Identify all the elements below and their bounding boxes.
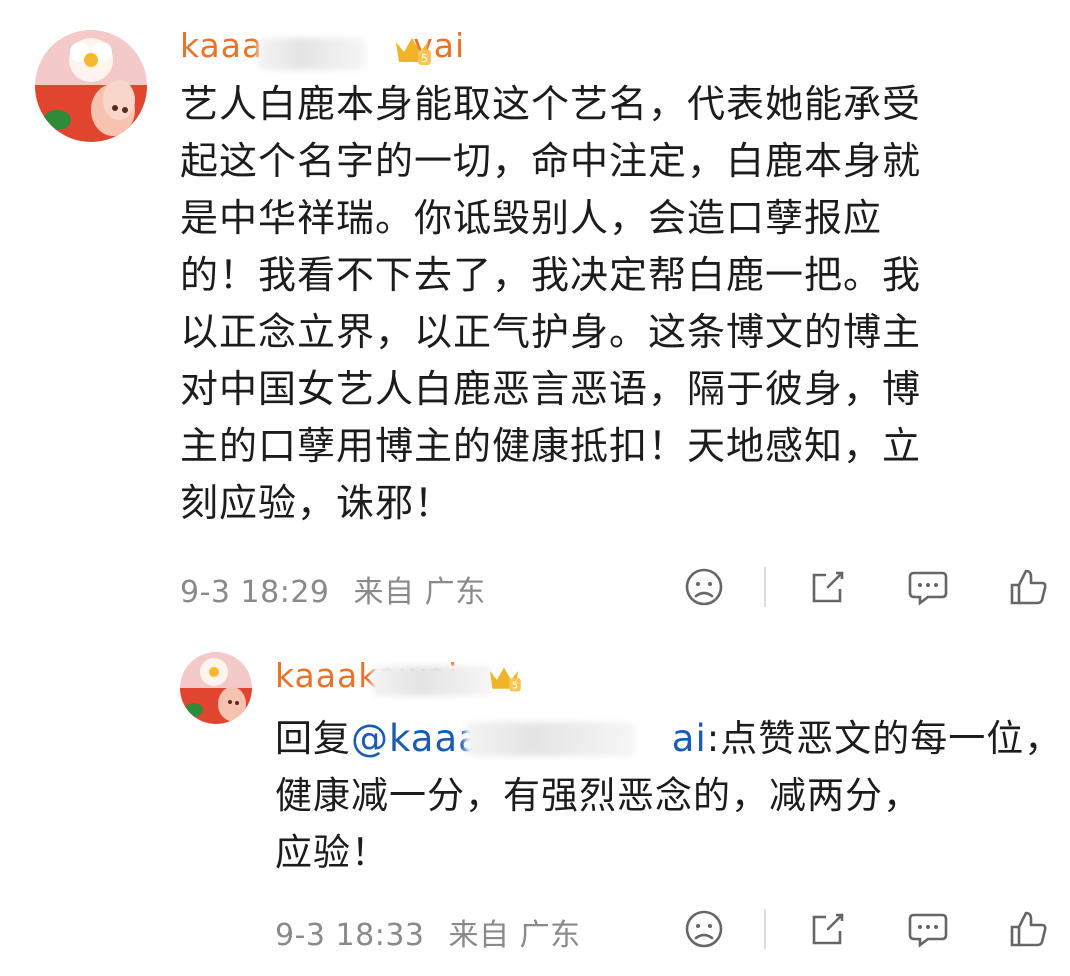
reply-username-visible: kaaa xyxy=(275,656,359,695)
reply-timestamp: 9-3 18:33 xyxy=(275,918,425,953)
reply-location: 来自 广东 xyxy=(448,918,581,953)
comment-thread: kaaa vai 5 艺人白鹿本身能取这个艺名，代表她能承受 起这个名字的一切，命… xyxy=(0,0,1070,976)
reply-line-2: 健康减一分，有强烈恶念的，减两分， xyxy=(275,774,921,817)
divider xyxy=(764,909,766,949)
share-icon[interactable] xyxy=(806,907,850,951)
comment-line: 起这个名字的一切，命中注定，白鹿本身就 xyxy=(180,139,922,183)
comment-line: 刻应验，诛邪！ xyxy=(180,481,454,525)
reply-avatar[interactable] xyxy=(180,652,252,724)
comment-line: 对中国女艺人白鹿恶言恶语，隔于彼身，博 xyxy=(180,367,922,411)
username-redaction xyxy=(258,38,366,70)
reply-meta: 9-3 18:33 来自 广东 xyxy=(275,910,581,954)
comment-line: 以正念立界，以正气护身。这条博文的博主 xyxy=(180,310,922,354)
mention-visible: @kaaa xyxy=(351,717,482,760)
face-icon[interactable] xyxy=(682,907,726,951)
comment-body: 艺人白鹿本身能取这个艺名，代表她能承受 起这个名字的一切，命中注定，白鹿本身就 … xyxy=(180,76,921,532)
mention-redaction xyxy=(465,722,635,756)
reply-body: 回复@kaaa ai:点赞恶文的每一位， 健康减一分，有强烈恶念的，减两分， 应验… xyxy=(275,710,1062,881)
comment-actions xyxy=(682,565,1050,609)
reply-line-3: 应验！ xyxy=(275,831,389,874)
location: 来自 广东 xyxy=(353,575,486,610)
comment-meta: 9-3 18:29 来自 广东 xyxy=(180,567,486,611)
reply-actions xyxy=(682,907,1050,951)
reply-badge-level: 5 xyxy=(512,681,518,692)
reply-prefix: 回复 xyxy=(275,717,351,760)
badge-level: 5 xyxy=(421,52,428,65)
reply-vip-badge-icon: 5 xyxy=(486,664,522,694)
timestamp: 9-3 18:29 xyxy=(180,575,330,610)
comment-icon[interactable] xyxy=(906,565,950,609)
comment-line: 是中华祥瑞。你诋毁别人，会造口孽报应 xyxy=(180,196,883,240)
thumbs-up-icon[interactable] xyxy=(1006,565,1050,609)
avatar[interactable] xyxy=(35,30,147,142)
vip-badge-icon: 5 xyxy=(392,34,432,68)
comment-line: 艺人白鹿本身能取这个艺名，代表她能承受 xyxy=(180,82,922,126)
mention-tail: ai xyxy=(671,717,707,760)
thumbs-up-icon[interactable] xyxy=(1006,907,1050,951)
reply-username-redaction xyxy=(372,666,492,696)
comment-line: 主的口孽用博主的健康抵扣！天地感知，立 xyxy=(180,424,922,468)
comment-icon[interactable] xyxy=(906,907,950,951)
divider xyxy=(764,567,766,607)
reply-line-1: :点赞恶文的每一位， xyxy=(706,717,1063,760)
face-icon[interactable] xyxy=(682,565,726,609)
comment-line: 的！我看不下去了，我决定帮白鹿一把。我 xyxy=(180,253,922,297)
username-visible: kaaa xyxy=(180,26,264,65)
share-icon[interactable] xyxy=(806,565,850,609)
reply-line: 回复@kaaa ai:点赞恶文的每一位， xyxy=(275,710,1062,767)
